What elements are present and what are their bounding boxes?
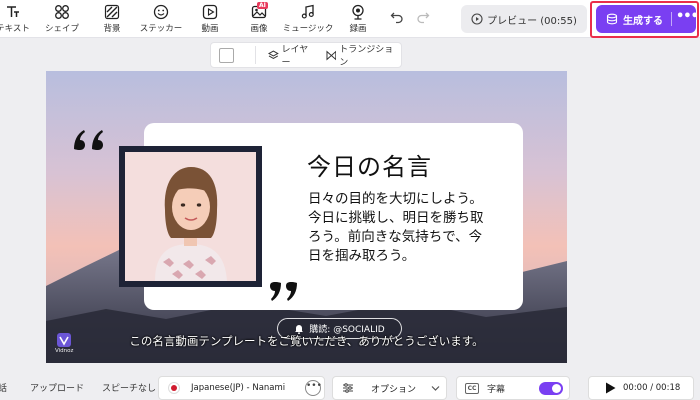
tool-sticker[interactable]: ステッカー	[138, 2, 184, 36]
layer-button[interactable]: レイヤー	[267, 42, 317, 68]
element-subbar: レイヤー トランジション	[210, 42, 402, 68]
record-icon	[352, 4, 364, 20]
play-icon[interactable]	[605, 382, 616, 394]
play-circle-icon	[471, 13, 483, 25]
tool-video[interactable]: 動画	[194, 2, 226, 36]
preview-label: プレビュー (00:55)	[487, 15, 577, 27]
tab-upload[interactable]: アップロード	[30, 376, 84, 398]
transition-label: トランジション	[339, 45, 394, 68]
tab-speech[interactable]: 話	[0, 376, 7, 398]
divider	[254, 46, 256, 64]
playback-control[interactable]: 00:00 / 00:18	[588, 376, 694, 400]
select-checkbox[interactable]	[219, 47, 234, 63]
quote-line: ろう。前向きな気持ちで、今	[308, 229, 483, 245]
transition-icon	[325, 49, 336, 61]
caption-label: 字幕	[487, 384, 506, 395]
caption-toggle[interactable]	[539, 382, 563, 395]
tool-record[interactable]: 録画	[343, 2, 373, 36]
undo-icon[interactable]	[390, 10, 404, 24]
vidnoz-logo-icon	[57, 333, 71, 347]
bell-icon	[295, 324, 304, 334]
open-quote-icon	[74, 130, 103, 150]
avatar-photo[interactable]	[125, 152, 256, 281]
generate-more-button[interactable]: •••	[676, 5, 699, 33]
tool-music[interactable]: ミュージック	[282, 2, 334, 36]
preview-button[interactable]: プレビュー (00:55)	[461, 5, 587, 33]
person-portrait	[125, 152, 256, 281]
tool-label: 画像	[250, 24, 268, 34]
option-select[interactable]: オプション	[332, 376, 447, 400]
redo-icon[interactable]	[416, 10, 430, 24]
subtitle-caption[interactable]: この名言動画テンプレートをご覧いただき、ありがとうございます。	[46, 333, 567, 349]
database-icon	[606, 13, 618, 25]
generate-label: 生成する	[623, 15, 663, 27]
tool-image[interactable]: AI 画像	[244, 2, 274, 36]
text-icon	[7, 6, 19, 17]
voice-label: Japanese(JP) - Nanami	[191, 383, 286, 393]
tool-label: 録画	[349, 24, 367, 34]
sliders-icon	[343, 383, 353, 393]
tab-no-speech[interactable]: スピーチなし	[102, 376, 156, 398]
video-canvas[interactable]: 今日の名言 日々の目的を大切にしよう。 今日に挑戦し、明日を勝ち取 ろう。前向き…	[46, 71, 567, 363]
close-quote-icon	[270, 282, 297, 301]
top-toolbar: テキスト シェイプ 背景 ステッカー 動画 AI 画像 ミュージック 録画 プレ…	[0, 0, 700, 38]
tool-label: 動画	[201, 24, 219, 34]
quote-line: 日を掴み取ろう。	[308, 248, 416, 264]
option-label: オプション	[371, 384, 417, 395]
voice-select[interactable]: Japanese(JP) - Nanami •••	[158, 376, 325, 400]
caption-control: CC 字幕	[456, 376, 570, 400]
tool-background[interactable]: 背景	[95, 2, 129, 36]
shapes-icon	[55, 5, 69, 19]
music-icon	[301, 4, 314, 19]
quote-line: 日々の目的を大切にしよう。	[308, 191, 483, 207]
tool-label: 背景	[103, 24, 121, 34]
quote-line: 今日に挑戦し、明日を勝ち取	[308, 210, 484, 226]
button-divider	[671, 12, 672, 26]
tool-label: ミュージック	[282, 24, 334, 34]
tool-label: シェイプ	[44, 24, 79, 34]
voice-more-button[interactable]: •••	[305, 380, 322, 396]
layer-label: レイヤー	[281, 45, 309, 68]
quote-title[interactable]: 今日の名言	[307, 147, 432, 182]
ai-badge: AI	[257, 2, 268, 9]
watermark-text: Vidnoz	[55, 348, 74, 354]
caption-icon: CC	[465, 382, 479, 394]
generate-button[interactable]: 生成する •••	[596, 5, 699, 33]
video-icon	[202, 4, 218, 20]
background-icon	[104, 4, 120, 20]
transition-button[interactable]: トランジション	[325, 42, 402, 68]
layers-icon	[267, 50, 279, 59]
time-label: 00:00 / 00:18	[623, 383, 681, 393]
tool-label: テキスト	[0, 24, 30, 34]
tool-text[interactable]: テキスト	[0, 2, 32, 36]
tool-shapes[interactable]: シェイプ	[43, 2, 81, 36]
bottom-bar: 話 アップロード スピーチなし Japanese(JP) - Nanami ••…	[0, 372, 700, 400]
quote-body[interactable]: 日々の目的を大切にしよう。 今日に挑戦し、明日を勝ち取 ろう。前向きな気持ちで、…	[308, 190, 508, 266]
tool-label: ステッカー	[139, 24, 183, 34]
chevron-down-icon	[431, 386, 440, 391]
watermark: Vidnoz	[55, 333, 77, 361]
japan-flag-icon	[168, 382, 180, 394]
sticker-icon	[153, 4, 169, 20]
